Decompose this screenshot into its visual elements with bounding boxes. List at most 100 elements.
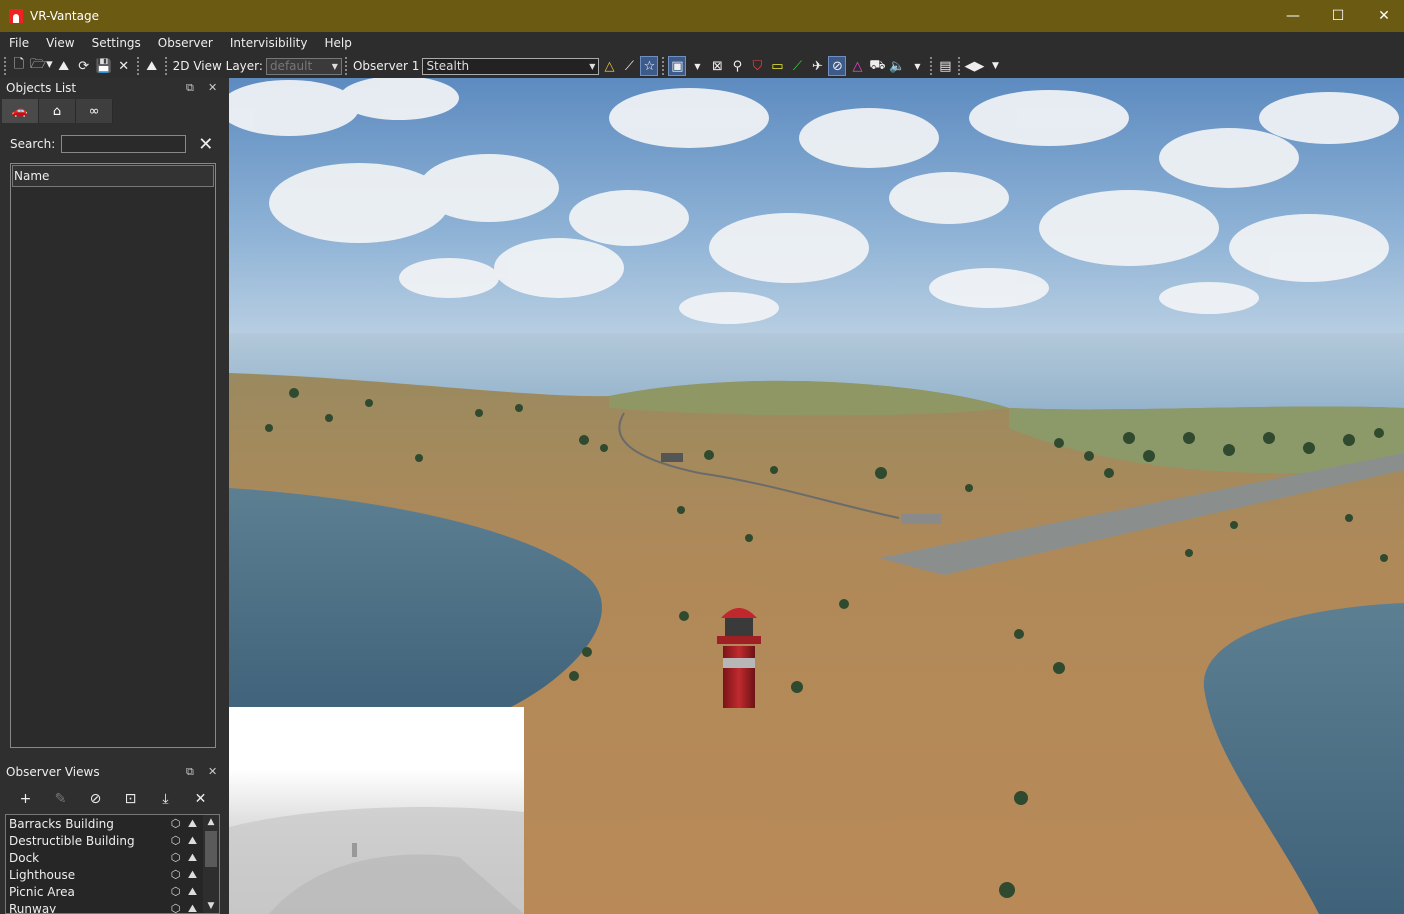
scrollbar-thumb[interactable] <box>205 831 217 867</box>
chevron-down-icon[interactable]: ▼ <box>986 56 1004 76</box>
capture-view-icon[interactable]: ⊡ <box>113 788 148 810</box>
import-view-icon[interactable]: ⤓ <box>148 788 183 810</box>
menu-observer[interactable]: Observer <box>149 36 221 50</box>
objects-list-panel: Objects List ⧉ ✕ 🚗 ⌂ ∞ Search: ✕ Name <box>0 78 229 762</box>
close-icon[interactable]: ✕ <box>208 81 217 94</box>
list-item[interactable]: Destructible Building ⬡ ⛰ <box>6 832 219 849</box>
display-icon[interactable]: ▣ <box>668 56 687 76</box>
cube-icon[interactable]: ⬡ <box>167 851 184 865</box>
toolbar-separator <box>164 57 167 75</box>
view-name: Barracks Building <box>9 816 114 831</box>
terrain-icon[interactable]: ⛰ <box>55 56 73 76</box>
open-folder-icon[interactable]: 🗁▾ <box>30 56 53 76</box>
tab-observers[interactable]: ∞ <box>76 99 113 123</box>
toolbar-separator <box>136 57 139 75</box>
menu-settings[interactable]: Settings <box>83 36 149 50</box>
hangar <box>901 514 941 524</box>
layout-icon[interactable]: ▤ <box>936 56 954 76</box>
chevron-down-icon[interactable]: ▼ <box>688 56 706 76</box>
chevron-down-icon: ▼ <box>331 61 338 71</box>
terrain-icon[interactable]: ⛰ <box>184 868 201 882</box>
clear-search-icon[interactable]: ✕ <box>198 134 213 155</box>
objects-table[interactable]: Name <box>10 163 216 748</box>
minimize-button[interactable]: — <box>1270 0 1316 32</box>
undock-icon[interactable]: ⧉ <box>186 765 194 779</box>
undock-icon[interactable]: ⧉ <box>186 81 194 95</box>
playback-icon[interactable]: ◀▶ <box>964 56 984 76</box>
tab-terrain-objects[interactable]: ⌂ <box>39 99 76 123</box>
new-file-icon[interactable]: 🗋 <box>10 56 28 76</box>
add-view-icon[interactable]: + <box>8 788 43 810</box>
cube-icon[interactable]: ⬡ <box>167 834 184 848</box>
toolbar-grip <box>4 57 6 75</box>
list-item[interactable]: Lighthouse ⬡ ⛰ <box>6 866 219 883</box>
tree-house-icon: ⌂ <box>52 103 62 119</box>
list-item[interactable]: Picnic Area ⬡ ⛰ <box>6 883 219 900</box>
menu-help[interactable]: Help <box>315 36 359 50</box>
terrain-edit-icon[interactable]: ⛰ <box>143 56 161 76</box>
view-layer-label: 2D View Layer: <box>172 59 263 73</box>
list-scrollbar[interactable]: ▲ ▼ <box>203 815 219 913</box>
menu-view[interactable]: View <box>37 36 82 50</box>
menu-intervisibility[interactable]: Intervisibility <box>221 36 316 50</box>
close-icon[interactable]: ✕ <box>208 765 217 778</box>
terrain-icon[interactable]: ⛰ <box>184 817 201 831</box>
close-window-button[interactable]: ✕ <box>1361 0 1404 32</box>
chevron-down-icon[interactable]: ▼ <box>203 901 219 911</box>
terrain-icon[interactable]: ⛰ <box>184 902 201 914</box>
route-icon[interactable]: ⚲ <box>728 56 746 76</box>
no-target-icon[interactable]: ⊘ <box>828 56 847 76</box>
chevron-down-icon[interactable]: ▼ <box>908 56 926 76</box>
list-item[interactable]: Barracks Building ⬡ ⛰ <box>6 815 219 832</box>
fit-view-icon[interactable]: ⊠ <box>708 56 726 76</box>
chevron-down-icon: ▼ <box>589 61 596 71</box>
list-item[interactable]: Runway ⬡ ⛰ <box>6 900 219 914</box>
search-row: Search: ✕ <box>10 134 220 155</box>
terrain-icon[interactable]: ⛰ <box>184 851 201 865</box>
cube-icon[interactable]: ⬡ <box>167 902 184 914</box>
close-icon[interactable]: ✕ <box>115 56 133 76</box>
star-icon[interactable]: ☆ <box>640 56 659 76</box>
cube-icon[interactable]: ⬡ <box>167 817 184 831</box>
pyramid-icon[interactable]: △ <box>600 56 618 76</box>
view-layer-select[interactable]: default ▼ <box>265 57 342 75</box>
aircraft-icon[interactable]: ✈ <box>808 56 826 76</box>
edit-view-icon[interactable]: ✎ <box>43 788 78 810</box>
view-name: Lighthouse <box>9 867 76 882</box>
main-toolbar: 🗋 🗁▾ ⛰ ⟳ 💾 ✕ ⛰ 2D View Layer: default ▼ … <box>0 54 1404 78</box>
terrain-icon[interactable]: ⛰ <box>184 885 201 899</box>
delete-view-icon[interactable]: ✕ <box>183 788 218 810</box>
view-name: Destructible Building <box>9 833 135 848</box>
search-input[interactable] <box>61 135 187 153</box>
vehicle-icon[interactable]: ⛟ <box>868 56 886 76</box>
objects-list-header: Objects List ⧉ ✕ <box>0 78 229 98</box>
filter-icon[interactable]: ⛉ <box>748 56 766 76</box>
reload-icon[interactable]: ⟳ <box>75 56 93 76</box>
panel-title: Observer Views <box>6 765 100 779</box>
cube-icon[interactable]: ⬡ <box>167 885 184 899</box>
column-header-name[interactable]: Name <box>12 165 214 187</box>
observer-mode-value: Stealth <box>426 59 470 73</box>
cone-icon[interactable]: △ <box>848 56 866 76</box>
tab-vehicles[interactable]: 🚗 <box>2 99 39 123</box>
save-icon[interactable]: 💾 <box>95 56 113 76</box>
menu-bar: File View Settings Observer Intervisibil… <box>0 32 1404 54</box>
shape-icon[interactable]: ▭ <box>768 56 786 76</box>
observer-views-toolbar: + ✎ ⊘ ⊡ ⤓ ✕ <box>0 785 229 813</box>
terrain-icon[interactable]: ⛰ <box>184 834 201 848</box>
observer-mode-select[interactable]: Stealth ▼ <box>422 57 600 75</box>
cube-icon[interactable]: ⬡ <box>167 868 184 882</box>
measure-icon[interactable]: ⟋ <box>620 56 638 76</box>
graph-icon[interactable]: ⟋ <box>788 56 806 76</box>
menu-file[interactable]: File <box>0 36 37 50</box>
chevron-up-icon[interactable]: ▲ <box>203 817 219 827</box>
view-name: Picnic Area <box>9 884 75 899</box>
hide-view-icon[interactable]: ⊘ <box>78 788 113 810</box>
observer-preview-inset[interactable] <box>229 707 524 914</box>
speaker-icon[interactable]: 🔈 <box>888 56 906 76</box>
search-label: Search: <box>10 137 56 151</box>
maximize-button[interactable]: ☐ <box>1315 0 1361 32</box>
view-name: Runway <box>9 901 57 914</box>
observer-views-list[interactable]: Barracks Building ⬡ ⛰ Destructible Buildi… <box>5 814 220 914</box>
list-item[interactable]: Dock ⬡ ⛰ <box>6 849 219 866</box>
